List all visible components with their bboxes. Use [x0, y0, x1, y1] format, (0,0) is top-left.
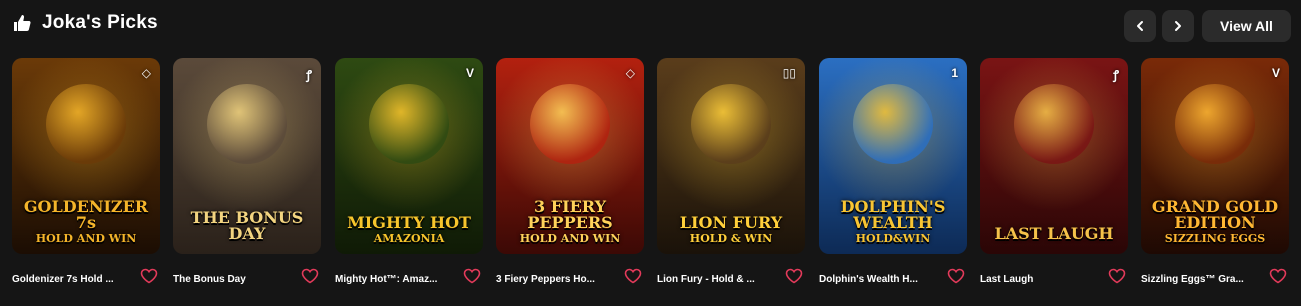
game-title[interactable]: Sizzling Eggs™ Gra... [1141, 274, 1244, 285]
game-artwork-emblem [1175, 84, 1255, 164]
provider-badge: 1 [951, 66, 958, 80]
game-thumbnail[interactable]: 1 DOLPHIN'S WEALTH HOLD&WIN [819, 58, 967, 254]
game-thumbnail[interactable]: ▯▯ LION FURY HOLD & WIN [657, 58, 805, 254]
game-logo: DOLPHIN'S WEALTH HOLD&WIN [825, 197, 961, 245]
game-artwork-emblem [530, 84, 610, 164]
favorite-heart-icon[interactable] [1269, 268, 1287, 284]
game-logo-subtitle: AMAZONIA [373, 232, 445, 245]
thumbs-up-icon [12, 13, 32, 33]
provider-badge: ▯▯ [782, 66, 796, 80]
game-thumbnail[interactable]: ꝭ LAST LAUGH [980, 58, 1128, 254]
game-thumbnail[interactable]: V GRAND GOLD EDITION SIZZLING EGGS [1141, 58, 1289, 254]
game-logo: LION FURY HOLD & WIN [663, 213, 799, 245]
favorite-heart-icon[interactable] [624, 268, 642, 284]
game-title[interactable]: Dolphin's Wealth H... [819, 274, 918, 285]
game-title[interactable]: Mighty Hot™: Amaz... [335, 274, 437, 285]
game-logo-title: THE BONUS DAY [190, 208, 304, 243]
game-card[interactable]: ◇ 3 FIERY PEPPERS HOLD AND WIN 3 Fiery Pepp… [496, 58, 644, 294]
game-logo-title: MIGHTY HOT [347, 213, 471, 232]
game-logo-subtitle: HOLD & WIN [689, 232, 773, 245]
game-thumbnail[interactable]: ◇ 3 FIERY PEPPERS HOLD AND WIN [496, 58, 644, 254]
favorite-heart-icon[interactable] [463, 268, 481, 284]
game-artwork-emblem [46, 84, 126, 164]
game-artwork-emblem [1014, 84, 1094, 164]
game-card[interactable]: 1 DOLPHIN'S WEALTH HOLD&WIN Dolphin's Wealt… [819, 58, 967, 294]
game-logo: GRAND GOLD EDITION SIZZLING EGGS [1147, 197, 1283, 245]
chevron-right-icon [1175, 21, 1181, 31]
game-artwork-emblem [691, 84, 771, 164]
provider-badge: ꝭ [306, 68, 312, 82]
provider-badge: ꝭ [1113, 68, 1119, 82]
game-artwork-emblem [369, 84, 449, 164]
game-card[interactable]: ▯▯ LION FURY HOLD & WIN Lion Fury - Hold & … [657, 58, 805, 294]
game-card[interactable]: V GRAND GOLD EDITION SIZZLING EGGS Sizzling… [1141, 58, 1289, 294]
carousel-prev-button[interactable] [1124, 10, 1156, 42]
chevron-left-icon [1137, 21, 1143, 31]
game-logo: THE BONUS DAY [179, 210, 315, 244]
game-card[interactable]: ꝭ THE BONUS DAY The Bonus Day [173, 58, 321, 294]
game-logo-subtitle: HOLD AND WIN [519, 232, 621, 245]
game-logo: GOLDENIZER 7s HOLD AND WIN [18, 197, 154, 245]
game-logo-subtitle: HOLD&WIN [855, 232, 931, 245]
provider-badge: V [1271, 66, 1280, 80]
game-logo-title: DOLPHIN'S WEALTH [840, 197, 946, 232]
game-title[interactable]: Lion Fury - Hold & ... [657, 274, 755, 285]
game-logo-title: GOLDENIZER 7s [23, 197, 149, 232]
game-thumbnail[interactable]: ◇ GOLDENIZER 7s HOLD AND WIN [12, 58, 160, 254]
provider-badge: V [465, 66, 474, 80]
game-artwork-emblem [853, 84, 933, 164]
provider-badge: ◇ [141, 66, 151, 80]
game-title[interactable]: 3 Fiery Peppers Ho... [496, 274, 595, 285]
view-all-button[interactable]: View All [1202, 10, 1291, 42]
game-card[interactable]: V MIGHTY HOT AMAZONIA Mighty Hot™: Amaz... [335, 58, 483, 294]
game-title[interactable]: Last Laugh [980, 274, 1033, 285]
favorite-heart-icon[interactable] [947, 268, 965, 284]
provider-badge: ◇ [625, 66, 635, 80]
game-logo: MIGHTY HOT AMAZONIA [341, 213, 477, 245]
game-title[interactable]: Goldenizer 7s Hold ... [12, 274, 114, 285]
game-logo-title: LAST LAUGH [994, 224, 1114, 243]
section-title-group: Joka's Picks [12, 12, 158, 34]
game-thumbnail[interactable]: ꝭ THE BONUS DAY [173, 58, 321, 254]
section-title: Joka's Picks [42, 12, 158, 33]
game-logo: LAST LAUGH [986, 226, 1122, 244]
favorite-heart-icon[interactable] [140, 268, 158, 284]
favorite-heart-icon[interactable] [301, 268, 319, 284]
game-thumbnail[interactable]: V MIGHTY HOT AMAZONIA [335, 58, 483, 254]
game-card[interactable]: ꝭ LAST LAUGH Last Laugh [980, 58, 1128, 294]
section-header: Joka's Picks View All [0, 0, 1301, 52]
game-logo-title: LION FURY [679, 213, 783, 232]
carousel-next-button[interactable] [1162, 10, 1194, 42]
game-logo-subtitle: SIZZLING EGGS [1164, 232, 1266, 245]
favorite-heart-icon[interactable] [1108, 268, 1126, 284]
favorite-heart-icon[interactable] [785, 268, 803, 284]
game-logo-title: GRAND GOLD EDITION [1151, 197, 1279, 232]
game-logo: 3 FIERY PEPPERS HOLD AND WIN [502, 197, 638, 245]
game-title[interactable]: The Bonus Day [173, 274, 246, 285]
game-logo-title: 3 FIERY PEPPERS [527, 197, 613, 232]
game-logo-subtitle: HOLD AND WIN [35, 232, 137, 245]
game-artwork-emblem [207, 84, 287, 164]
game-card[interactable]: ◇ GOLDENIZER 7s HOLD AND WIN Goldenizer 7s … [12, 58, 160, 294]
